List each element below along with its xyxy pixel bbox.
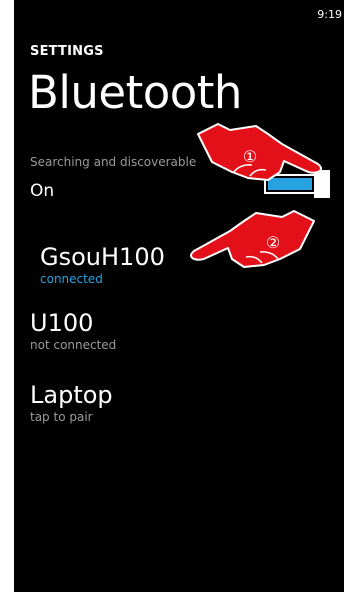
device-item-u100[interactable]: U100 not connected: [30, 311, 116, 352]
pointer-hand-2: ②: [186, 205, 318, 271]
device-status: connected: [40, 272, 103, 286]
device-item-gsouh100[interactable]: GsouH100 connected: [40, 245, 165, 286]
annotation-marker-2: ②: [265, 233, 281, 252]
pointing-hand-icon: [190, 210, 315, 268]
bluetooth-toggle-caption: Searching and discoverable: [30, 155, 197, 169]
status-time: 9:19: [317, 8, 342, 21]
device-status: not connected: [30, 338, 117, 352]
device-name: Laptop: [30, 381, 113, 409]
device-status: tap to pair: [30, 410, 93, 424]
device-name: U100: [30, 309, 94, 337]
bluetooth-toggle-state: On: [30, 181, 55, 201]
annotation-marker-1: ①: [242, 147, 258, 166]
pointer-hand-1: ①: [194, 120, 326, 186]
phone-screen: 9:19 SETTINGS Bluetooth Searching and di…: [14, 0, 344, 592]
device-name: GsouH100: [40, 243, 165, 271]
page-title: Bluetooth: [28, 66, 242, 119]
app-title: SETTINGS: [30, 44, 104, 59]
device-item-laptop[interactable]: Laptop tap to pair: [30, 383, 113, 424]
